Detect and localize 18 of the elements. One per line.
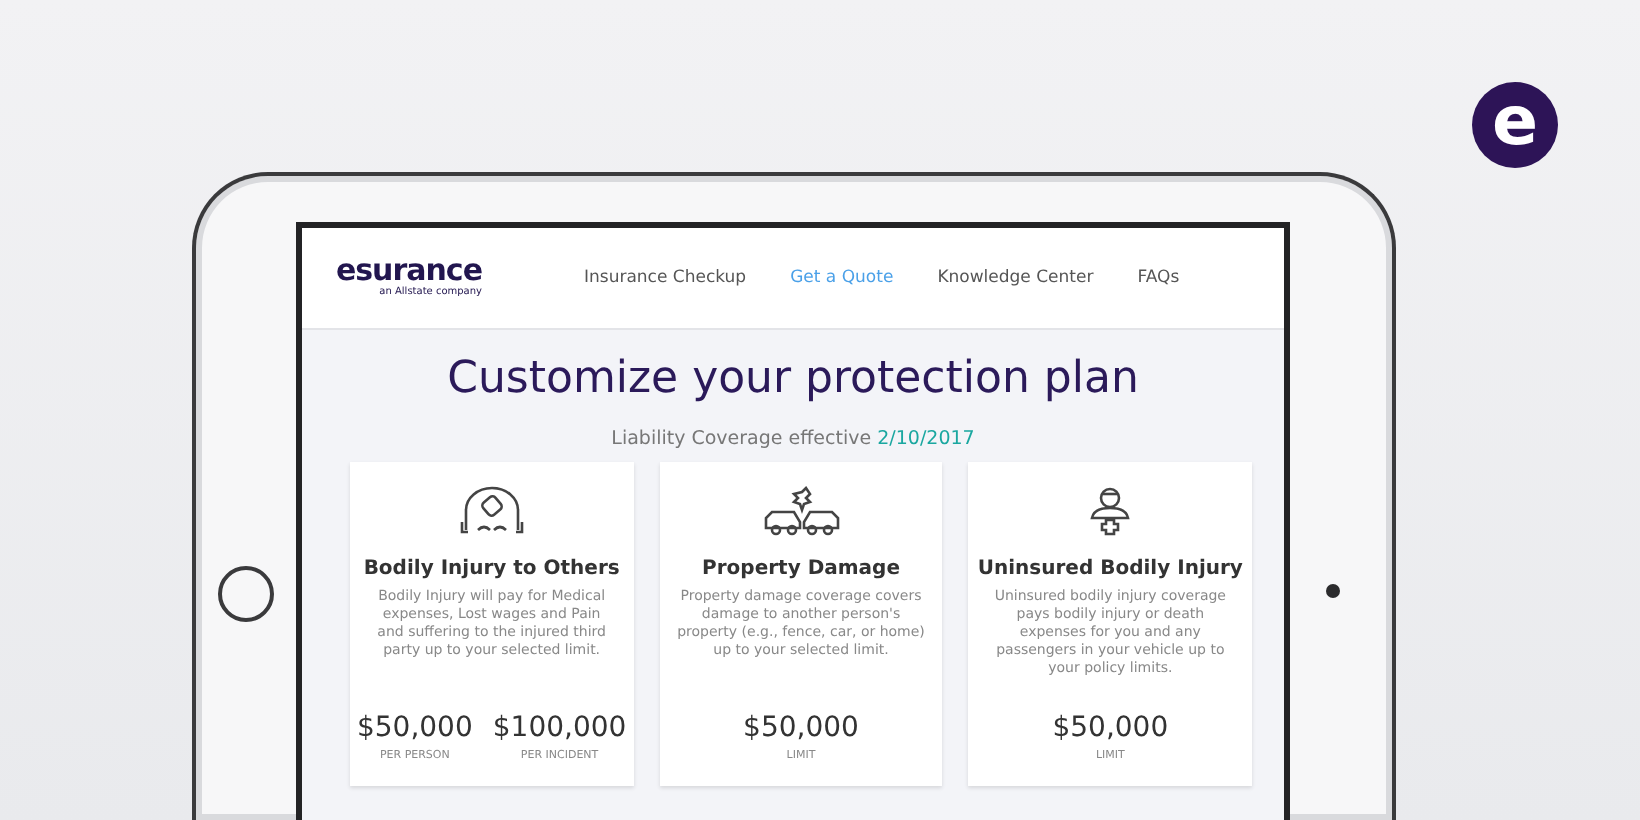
logo-badge: e: [1472, 82, 1558, 168]
nav-link[interactable]: Knowledge Center: [937, 267, 1094, 288]
limit-amount: $50,000: [743, 711, 859, 744]
card-title: Uninsured Bodily Injury: [977, 557, 1243, 580]
logo-text[interactable]: esurance: [335, 256, 482, 287]
nurse-cross-icon: [1086, 485, 1135, 538]
nav-link[interactable]: FAQs: [1137, 267, 1180, 288]
coverage-line: Liability Coverage effective 2/10/2017: [609, 427, 977, 450]
head-bandage-icon: [457, 485, 526, 538]
limit-amount: $50,000: [1052, 711, 1169, 744]
nav-link[interactable]: Insurance Checkup: [584, 267, 747, 288]
card-title: Property Damage: [702, 557, 900, 580]
camera-dot: [1325, 583, 1339, 598]
car-crash-icon: [761, 485, 841, 538]
limit-amount: $50,000: [356, 711, 473, 744]
page-heading: Customize your protection plan: [445, 353, 1141, 404]
limit-amount: $100,000: [492, 711, 627, 744]
card-title: Bodily Injury to Others: [363, 557, 620, 580]
